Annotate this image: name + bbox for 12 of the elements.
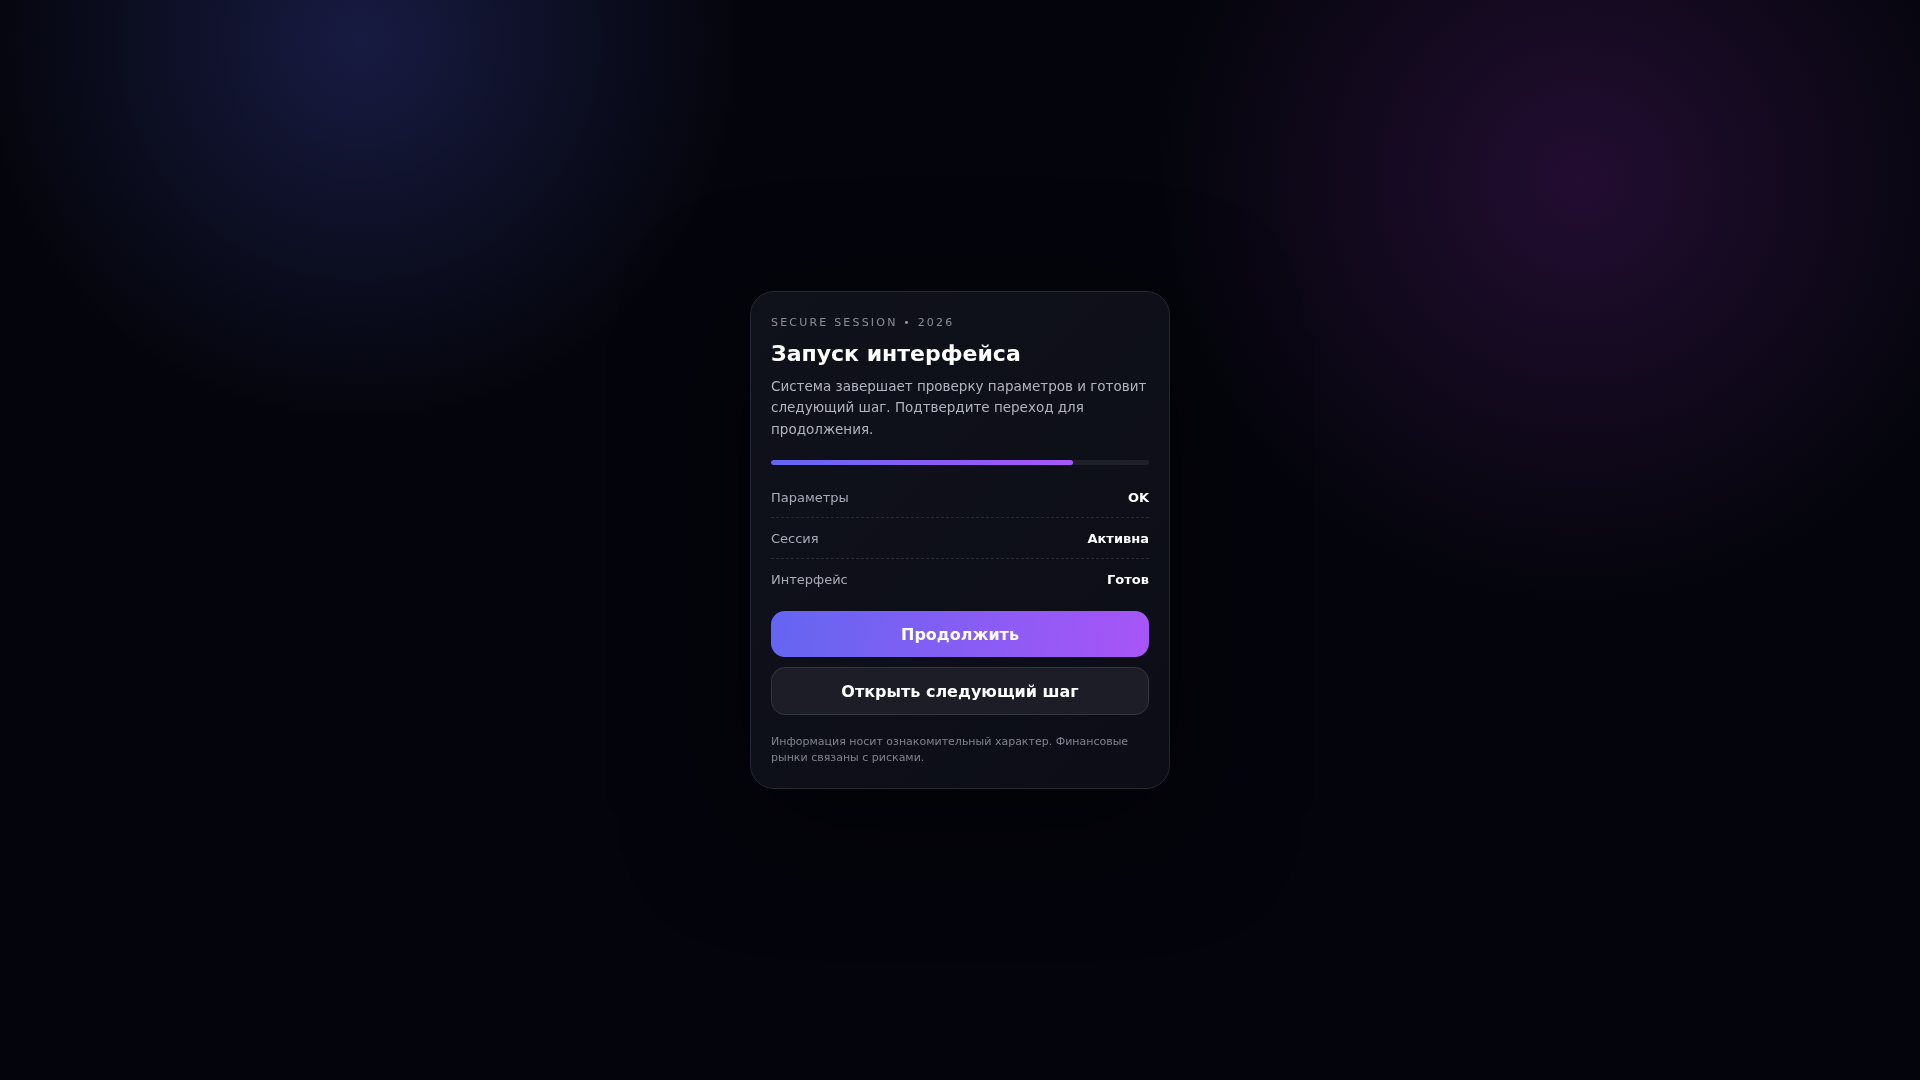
description-text: Система завершает проверку параметров и готовит следующий шаг. Подтвердите переход для продолжения. — [771, 376, 1148, 439]
eyebrow-label: SECURE SESSION • 2026 — [771, 315, 956, 329]
card-title: Запуск интерфейса — [771, 340, 1022, 366]
continue-button[interactable]: Продолжить — [771, 611, 1149, 658]
status-value: OK — [1127, 489, 1149, 505]
next-step-button[interactable]: Открыть следующий шаг — [771, 667, 1149, 716]
status-label: Параметры — [771, 489, 849, 505]
status-value: Активна — [1087, 530, 1149, 546]
status-label: Сессия — [771, 530, 819, 546]
status-label: Интерфейс — [771, 571, 848, 587]
status-value: Готов — [1107, 571, 1149, 587]
disclaimer-text: Информация носит ознакомительный характер. Финансовые рынки связаны с рисками. — [771, 734, 1130, 767]
